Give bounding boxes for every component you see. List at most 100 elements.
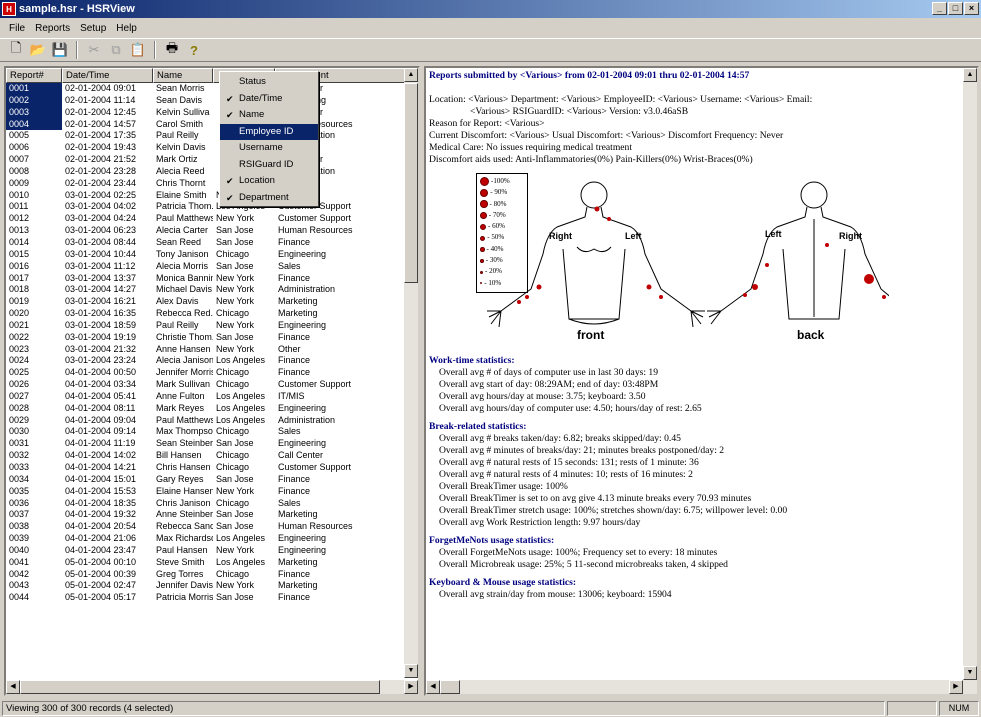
table-row[interactable]: 001103-01-2004 04:02Patricia Thom...Los … <box>6 201 406 213</box>
new-file-icon[interactable]: 🗋 <box>6 40 26 60</box>
discomfort-line: Current Discomfort: <Various> Usual Disc… <box>429 130 784 141</box>
maximize-button[interactable]: □ <box>948 2 963 15</box>
table-row[interactable]: 0012 03-01-2004 04:24 Paul Matthews New Yor… <box>6 213 406 225</box>
table-row[interactable]: 000902-01-2004 23:44Chris ThorntFinance <box>6 178 406 190</box>
scroll-left-icon[interactable]: ◀ <box>6 680 20 694</box>
context-menu-item[interactable]: Status <box>220 74 318 91</box>
menu-help[interactable]: Help <box>111 23 142 34</box>
table-row[interactable]: 0029 04-01-2004 09:04 Paul Matthews Los Ang… <box>6 415 406 427</box>
table-row[interactable]: 0021 03-01-2004 18:59 Paul Reilly New York E… <box>6 320 406 332</box>
context-menu-item[interactable]: Employee ID <box>220 123 318 140</box>
table-row[interactable]: 0018 03-01-2004 14:27 Michael Davis New Yor… <box>6 284 406 296</box>
table-row[interactable]: 0015 03-01-2004 10:44 Tony Janison Chicago E… <box>6 249 406 261</box>
table-row[interactable]: 0040 04-01-2004 23:47 Paul Hansen New York E… <box>6 545 406 557</box>
hscroll-thumb[interactable] <box>20 680 380 694</box>
table-cell: Max Richardson <box>156 533 213 544</box>
table-cell: 0011 <box>9 201 29 212</box>
context-menu-item[interactable]: ✔ Location <box>220 173 318 190</box>
table-row[interactable]: 0037 04-01-2004 19:32 Anne Steinberg San Jo… <box>6 509 406 521</box>
table-row[interactable]: 0016 03-01-2004 11:12 Alecia Morris San Jos… <box>6 261 406 273</box>
table-cell: 0005 <box>9 130 30 141</box>
context-menu-item[interactable]: ✔ Name <box>220 107 318 124</box>
table-row[interactable]: 0017 03-01-2004 13:37 Monica BanningNew Yo… <box>6 273 406 285</box>
context-menu-item[interactable]: ✔ Department <box>220 190 318 207</box>
table-cell: 04-01-2004 21:06 <box>65 533 137 544</box>
table-cell: Alex Davis <box>156 296 199 307</box>
minimize-button[interactable]: _ <box>932 2 947 15</box>
scroll-up-icon[interactable]: ▲ <box>404 68 418 82</box>
save-icon[interactable]: 💾 <box>50 40 70 60</box>
table-row[interactable]: 000502-01-2004 17:35Paul ReillyAdministr… <box>6 130 406 142</box>
table-row[interactable]: 000302-01-2004 12:45Kelvin SullivaCall C… <box>6 106 406 119</box>
report-horizontal-scrollbar[interactable]: ◀ ▶ <box>426 680 977 694</box>
table-row[interactable]: 0022 03-01-2004 19:19 Christie Thom...San … <box>6 332 406 344</box>
context-menu-item[interactable]: RSIGuard ID <box>220 157 318 174</box>
column-date-time[interactable]: Date/Time <box>62 68 153 83</box>
table-row[interactable]: 0020 03-01-2004 16:35 Rebecca Red... Chicag… <box>6 308 406 320</box>
table-row[interactable]: 0036 04-01-2004 18:35 Chris Janison Chicago… <box>6 498 406 510</box>
table-cell: Chicago <box>216 367 250 378</box>
list-horizontal-scrollbar[interactable]: ◀ ▶ <box>6 680 418 694</box>
table-row[interactable]: 0027 04-01-2004 05:41 Anne Fulton Los Angel… <box>6 391 406 403</box>
help-icon[interactable]: ? <box>184 40 204 60</box>
table-row[interactable]: 0014 03-01-2004 08:44 Sean Reed San Jose Fin… <box>6 237 406 249</box>
table-cell: Rebecca Red... <box>156 308 213 319</box>
report-list[interactable]: Report# Date/Time Name Department 000102… <box>4 66 420 696</box>
table-row[interactable]: 000602-01-2004 19:43Kelvin DavisSales <box>6 142 406 154</box>
table-row[interactable]: 0038 04-01-2004 20:54 Rebecca Sanc...San J… <box>6 521 406 533</box>
table-row[interactable]: 0030 04-01-2004 09:14 Max Thompson Chicago S… <box>6 426 406 438</box>
table-row[interactable]: 0032 04-01-2004 14:02 Bill Hansen Chicago Ca… <box>6 450 406 462</box>
table-cell: Sean Davis <box>156 94 203 105</box>
paste-icon[interactable]: 📋 <box>128 40 148 60</box>
stat-line: Overall avg start of day: 08:29AM; end o… <box>439 379 659 390</box>
table-cell: New York <box>216 272 255 283</box>
table-row[interactable]: 0043 05-01-2004 02:47 Jennifer Davis New Yo… <box>6 580 406 592</box>
scroll-thumb[interactable] <box>404 83 418 283</box>
cut-icon[interactable]: ✂ <box>84 40 104 60</box>
column-name[interactable]: Name <box>153 68 213 83</box>
list-vertical-scrollbar[interactable]: ▲ ▼ <box>404 68 418 678</box>
copy-icon[interactable]: ⧉ <box>106 40 126 60</box>
report-vertical-scrollbar[interactable]: ▲ ▼ <box>963 68 977 680</box>
print-icon[interactable]: 🖶 <box>162 40 182 60</box>
menu-file[interactable]: File <box>4 23 30 34</box>
report-scroll-left-icon[interactable]: ◀ <box>426 680 440 694</box>
table-row[interactable]: 0034 04-01-2004 15:01 Gary Reyes San Jose Fi… <box>6 474 406 486</box>
table-row[interactable]: 0019 03-01-2004 16:21 Alex Davis New York Ma… <box>6 296 406 308</box>
table-row[interactable]: 0013 03-01-2004 06:23 Alecia Carter San Jos… <box>6 225 406 237</box>
open-folder-icon[interactable]: 📂 <box>28 40 48 60</box>
report-scroll-up-icon[interactable]: ▲ <box>963 68 977 82</box>
table-row[interactable]: 0031 04-01-2004 11:19 Sean Steinberg San Jo… <box>6 438 406 450</box>
table-row[interactable]: 000102-01-2004 09:01Sean MorrisCall Cent… <box>6 83 406 95</box>
menu-setup[interactable]: Setup <box>75 23 111 34</box>
table-row[interactable]: 0044 05-01-2004 05:17 Patricia Morris San J… <box>6 592 406 604</box>
table-row[interactable]: 000702-01-2004 21:52Mark OrtizCall Cente… <box>6 154 406 166</box>
scroll-down-icon[interactable]: ▼ <box>404 664 418 678</box>
table-row[interactable]: 0039 04-01-2004 21:06 Max RichardsonLos An… <box>6 533 406 545</box>
table-row[interactable]: 000802-01-2004 23:28Alecia ReedAdministr… <box>6 166 406 178</box>
context-menu-item[interactable]: Username <box>220 140 318 157</box>
close-button[interactable]: × <box>964 2 979 15</box>
menu-reports[interactable]: Reports <box>30 23 75 34</box>
table-row[interactable]: 0028 04-01-2004 08:11 Mark Reyes Los Angele… <box>6 403 406 415</box>
table-row[interactable]: 000402-01-2004 14:57Carol SmithHuman Res… <box>6 118 406 131</box>
table-row[interactable]: 0024 03-01-2004 23:24 Alecia Janison Los An… <box>6 355 406 367</box>
table-row[interactable]: 0042 05-01-2004 00:39 Greg Torres Chicago Fi… <box>6 569 406 581</box>
table-cell: Chicago <box>216 497 250 508</box>
table-row[interactable]: 0041 05-01-2004 00:10 Steve Smith Los Angel… <box>6 557 406 569</box>
report-hscroll-thumb[interactable] <box>440 680 460 694</box>
report-view[interactable]: Reports submitted by <Various> from 02-0… <box>424 66 979 696</box>
column-report-number[interactable]: Report# <box>6 68 62 83</box>
table-row[interactable]: 0035 04-01-2004 15:53 Elaine Hansen New Yor… <box>6 486 406 498</box>
table-row[interactable]: 001003-01-2004 02:25Elaine SmithNew York… <box>6 190 406 202</box>
table-cell: Elaine Hansen <box>156 485 213 496</box>
report-scroll-right-icon[interactable]: ▶ <box>949 680 963 694</box>
scroll-right-icon[interactable]: ▶ <box>404 680 418 694</box>
context-menu-item[interactable]: ✔ Date/Time <box>220 91 318 108</box>
table-row[interactable]: 0033 04-01-2004 14:21 Chris Hansen Chicago C… <box>6 462 406 474</box>
table-row[interactable]: 000202-01-2004 11:14Sean DavisEngineerin… <box>6 94 406 107</box>
table-row[interactable]: 0025 04-01-2004 00:50 Jennifer Morris Chica… <box>6 367 406 379</box>
table-row[interactable]: 0023 03-01-2004 21:32 Anne Hansen New York O… <box>6 344 406 356</box>
table-row[interactable]: 0026 04-01-2004 03:34 Mark Sullivan Chicago… <box>6 379 406 391</box>
report-scroll-down-icon[interactable]: ▼ <box>963 666 977 680</box>
